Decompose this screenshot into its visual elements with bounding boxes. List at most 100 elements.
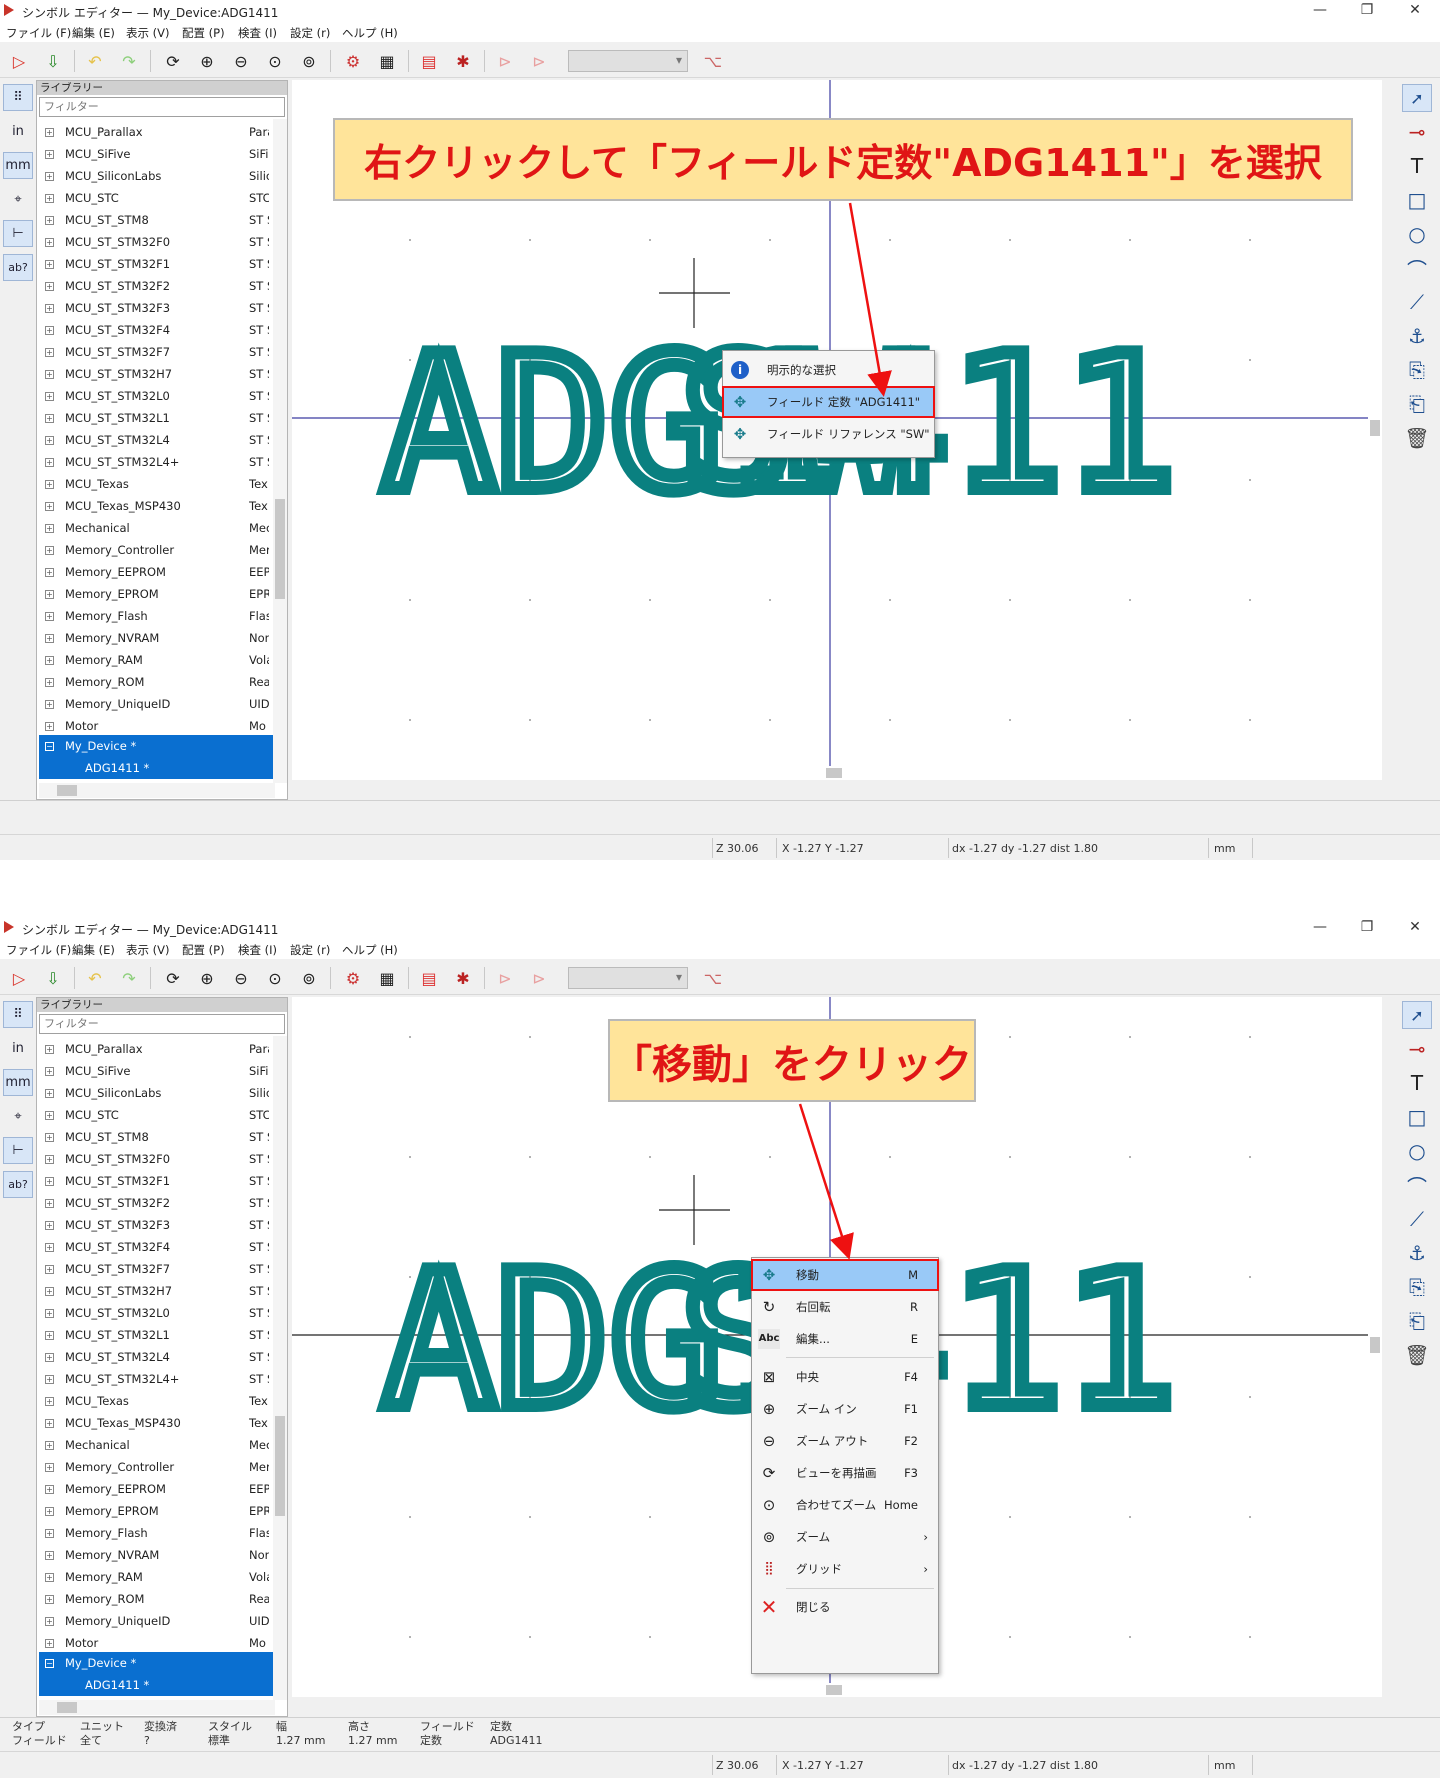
add-rectangle-icon[interactable]: □ (1402, 1103, 1432, 1131)
add-pin-icon[interactable]: ⊸ (1402, 1035, 1432, 1063)
bug-icon[interactable]: ✱ (450, 967, 476, 989)
list-item[interactable]: + MCU_SiliconLabs Silic (39, 1082, 275, 1104)
expand-icon[interactable]: + (45, 1463, 54, 1472)
minimize-button[interactable]: — (1305, 2, 1335, 20)
list-item[interactable]: + MCU_ST_STM32L1 ST S (39, 407, 275, 429)
list-item-selected-library[interactable]: − My_Device * (39, 735, 275, 757)
menu-help[interactable]: ヘルプ (H) (342, 25, 398, 41)
list-item[interactable]: + Memory_Flash Flas (39, 605, 275, 627)
zoom-in-icon[interactable]: ⊕ (194, 967, 220, 989)
menu-help[interactable]: ヘルプ (H) (342, 942, 398, 958)
gate-alt-icon[interactable]: ⊳ (526, 967, 552, 989)
menu-item-zoom-submenu[interactable]: ⊚ ズーム › (752, 1522, 938, 1552)
list-item[interactable]: + Memory_RAM Vola (39, 649, 275, 671)
export-icon[interactable]: ⎗ (1402, 390, 1432, 418)
list-item[interactable]: + Memory_Controller Mer (39, 539, 275, 561)
expand-icon[interactable]: + (45, 1221, 54, 1230)
expand-icon[interactable]: + (45, 436, 54, 445)
expand-icon[interactable]: + (45, 502, 54, 511)
zoom-in-icon[interactable]: ⊕ (194, 50, 220, 72)
expand-icon[interactable]: + (45, 1243, 54, 1252)
menu-item-grid-submenu[interactable]: ⣿ グリッド › (752, 1554, 938, 1584)
list-item[interactable]: + Memory_NVRAM Nor (39, 1544, 275, 1566)
expand-icon[interactable]: + (45, 1639, 54, 1648)
pdf-icon[interactable]: ▤ (416, 50, 442, 72)
pin-type-icon[interactable]: ⊢ (3, 1137, 33, 1164)
expand-icon[interactable]: + (45, 1529, 54, 1538)
expand-icon[interactable]: + (45, 1177, 54, 1186)
list-item[interactable]: + Memory_ROM Rea (39, 1588, 275, 1610)
expand-icon[interactable]: + (45, 1485, 54, 1494)
list-item[interactable]: + MCU_ST_STM32L1 ST S (39, 1324, 275, 1346)
anchor-icon[interactable]: ⚓ (1402, 1239, 1432, 1267)
add-circle-icon[interactable]: ○ (1402, 1137, 1432, 1165)
expand-icon[interactable]: + (45, 1573, 54, 1582)
expand-icon[interactable]: + (45, 326, 54, 335)
list-item[interactable]: + Memory_UniqueID UID (39, 693, 275, 715)
menu-item-zoom-in[interactable]: ⊕ ズーム イン F1 (752, 1394, 938, 1424)
expand-icon[interactable]: + (45, 1133, 54, 1142)
list-item[interactable]: + Motor Mo (39, 1632, 275, 1654)
list-item[interactable]: + Memory_NVRAM Nor (39, 627, 275, 649)
gate-icon[interactable]: ⊳ (492, 50, 518, 72)
expand-icon[interactable]: + (45, 612, 54, 621)
expand-icon[interactable]: + (45, 150, 54, 159)
expand-icon[interactable]: + (45, 1199, 54, 1208)
list-item[interactable]: + Mechanical Mec (39, 1434, 275, 1456)
list-item[interactable]: + MCU_ST_STM32L4+ ST S (39, 451, 275, 473)
grid-toggle-icon[interactable]: ⠿ (3, 84, 33, 111)
list-item[interactable]: + MCU_ST_STM32F2 ST S (39, 1192, 275, 1214)
redo-icon[interactable]: ↷ (116, 50, 142, 72)
list-item[interactable]: + Memory_EEPROM EEP (39, 1478, 275, 1500)
grid-toggle-icon[interactable]: ⠿ (3, 1001, 33, 1028)
import-icon[interactable]: ⎘ (1402, 1273, 1432, 1301)
expand-icon[interactable]: + (45, 1375, 54, 1384)
list-item[interactable]: + MCU_ST_STM32H7 ST S (39, 1280, 275, 1302)
filter-input[interactable] (39, 1014, 285, 1034)
expand-icon[interactable]: + (45, 546, 54, 555)
add-arc-icon[interactable]: ⌒ (1402, 254, 1432, 282)
menu-view[interactable]: 表示 (V) (126, 25, 170, 41)
expand-icon[interactable]: + (45, 1265, 54, 1274)
add-polyline-icon[interactable]: ⟋ (1402, 1205, 1432, 1233)
expand-icon[interactable]: + (45, 128, 54, 137)
symbol-properties-icon[interactable]: ⚙ (340, 967, 366, 989)
expand-icon[interactable]: + (45, 238, 54, 247)
list-item[interactable]: + MCU_ST_STM32F3 ST S (39, 1214, 275, 1236)
save-icon[interactable]: ⇩ (40, 50, 66, 72)
expand-icon[interactable]: + (45, 1551, 54, 1560)
menu-settings[interactable]: 設定 (r) (290, 942, 330, 958)
expand-icon[interactable]: + (45, 480, 54, 489)
expand-icon[interactable]: + (45, 282, 54, 291)
expand-icon[interactable]: + (45, 568, 54, 577)
export-icon[interactable]: ⎗ (1402, 1307, 1432, 1335)
filter-input[interactable] (39, 97, 285, 117)
list-item[interactable]: + MCU_ST_STM32F7 ST S (39, 341, 275, 363)
list-item[interactable]: + Motor Mo (39, 715, 275, 737)
expand-icon[interactable]: + (45, 700, 54, 709)
pdf-icon[interactable]: ▤ (416, 967, 442, 989)
gate-alt-icon[interactable]: ⊳ (526, 50, 552, 72)
list-item[interactable]: + MCU_SiliconLabs Silic (39, 165, 275, 187)
select-arrow-icon[interactable]: ➚ (1402, 84, 1432, 112)
anchor-icon[interactable]: ⚓ (1402, 322, 1432, 350)
expand-icon[interactable]: + (45, 392, 54, 401)
delete-icon[interactable]: 🗑 (1402, 424, 1432, 452)
list-item[interactable]: + MCU_ST_STM32F1 ST S (39, 1170, 275, 1192)
expand-icon[interactable]: + (45, 634, 54, 643)
list-item[interactable]: + MCU_ST_STM32L0 ST S (39, 385, 275, 407)
expand-icon[interactable]: + (45, 1067, 54, 1076)
zoom-selection-icon[interactable]: ⊚ (296, 967, 322, 989)
expand-icon[interactable]: + (45, 524, 54, 533)
list-item[interactable]: + MCU_ST_STM32F1 ST S (39, 253, 275, 275)
list-item[interactable]: + Memory_UniqueID UID (39, 1610, 275, 1632)
list-item[interactable]: + Memory_Controller Mer (39, 1456, 275, 1478)
cursor-icon[interactable]: ⌖ (3, 186, 33, 213)
select-arrow-icon[interactable]: ➚ (1402, 1001, 1432, 1029)
expand-icon[interactable]: + (45, 172, 54, 181)
expand-icon[interactable]: + (45, 1309, 54, 1318)
list-item[interactable]: + Memory_RAM Vola (39, 1566, 275, 1588)
restore-button[interactable]: ❐ (1352, 2, 1382, 20)
expand-icon[interactable]: + (45, 414, 54, 423)
redraw-icon[interactable]: ⟳ (160, 967, 186, 989)
